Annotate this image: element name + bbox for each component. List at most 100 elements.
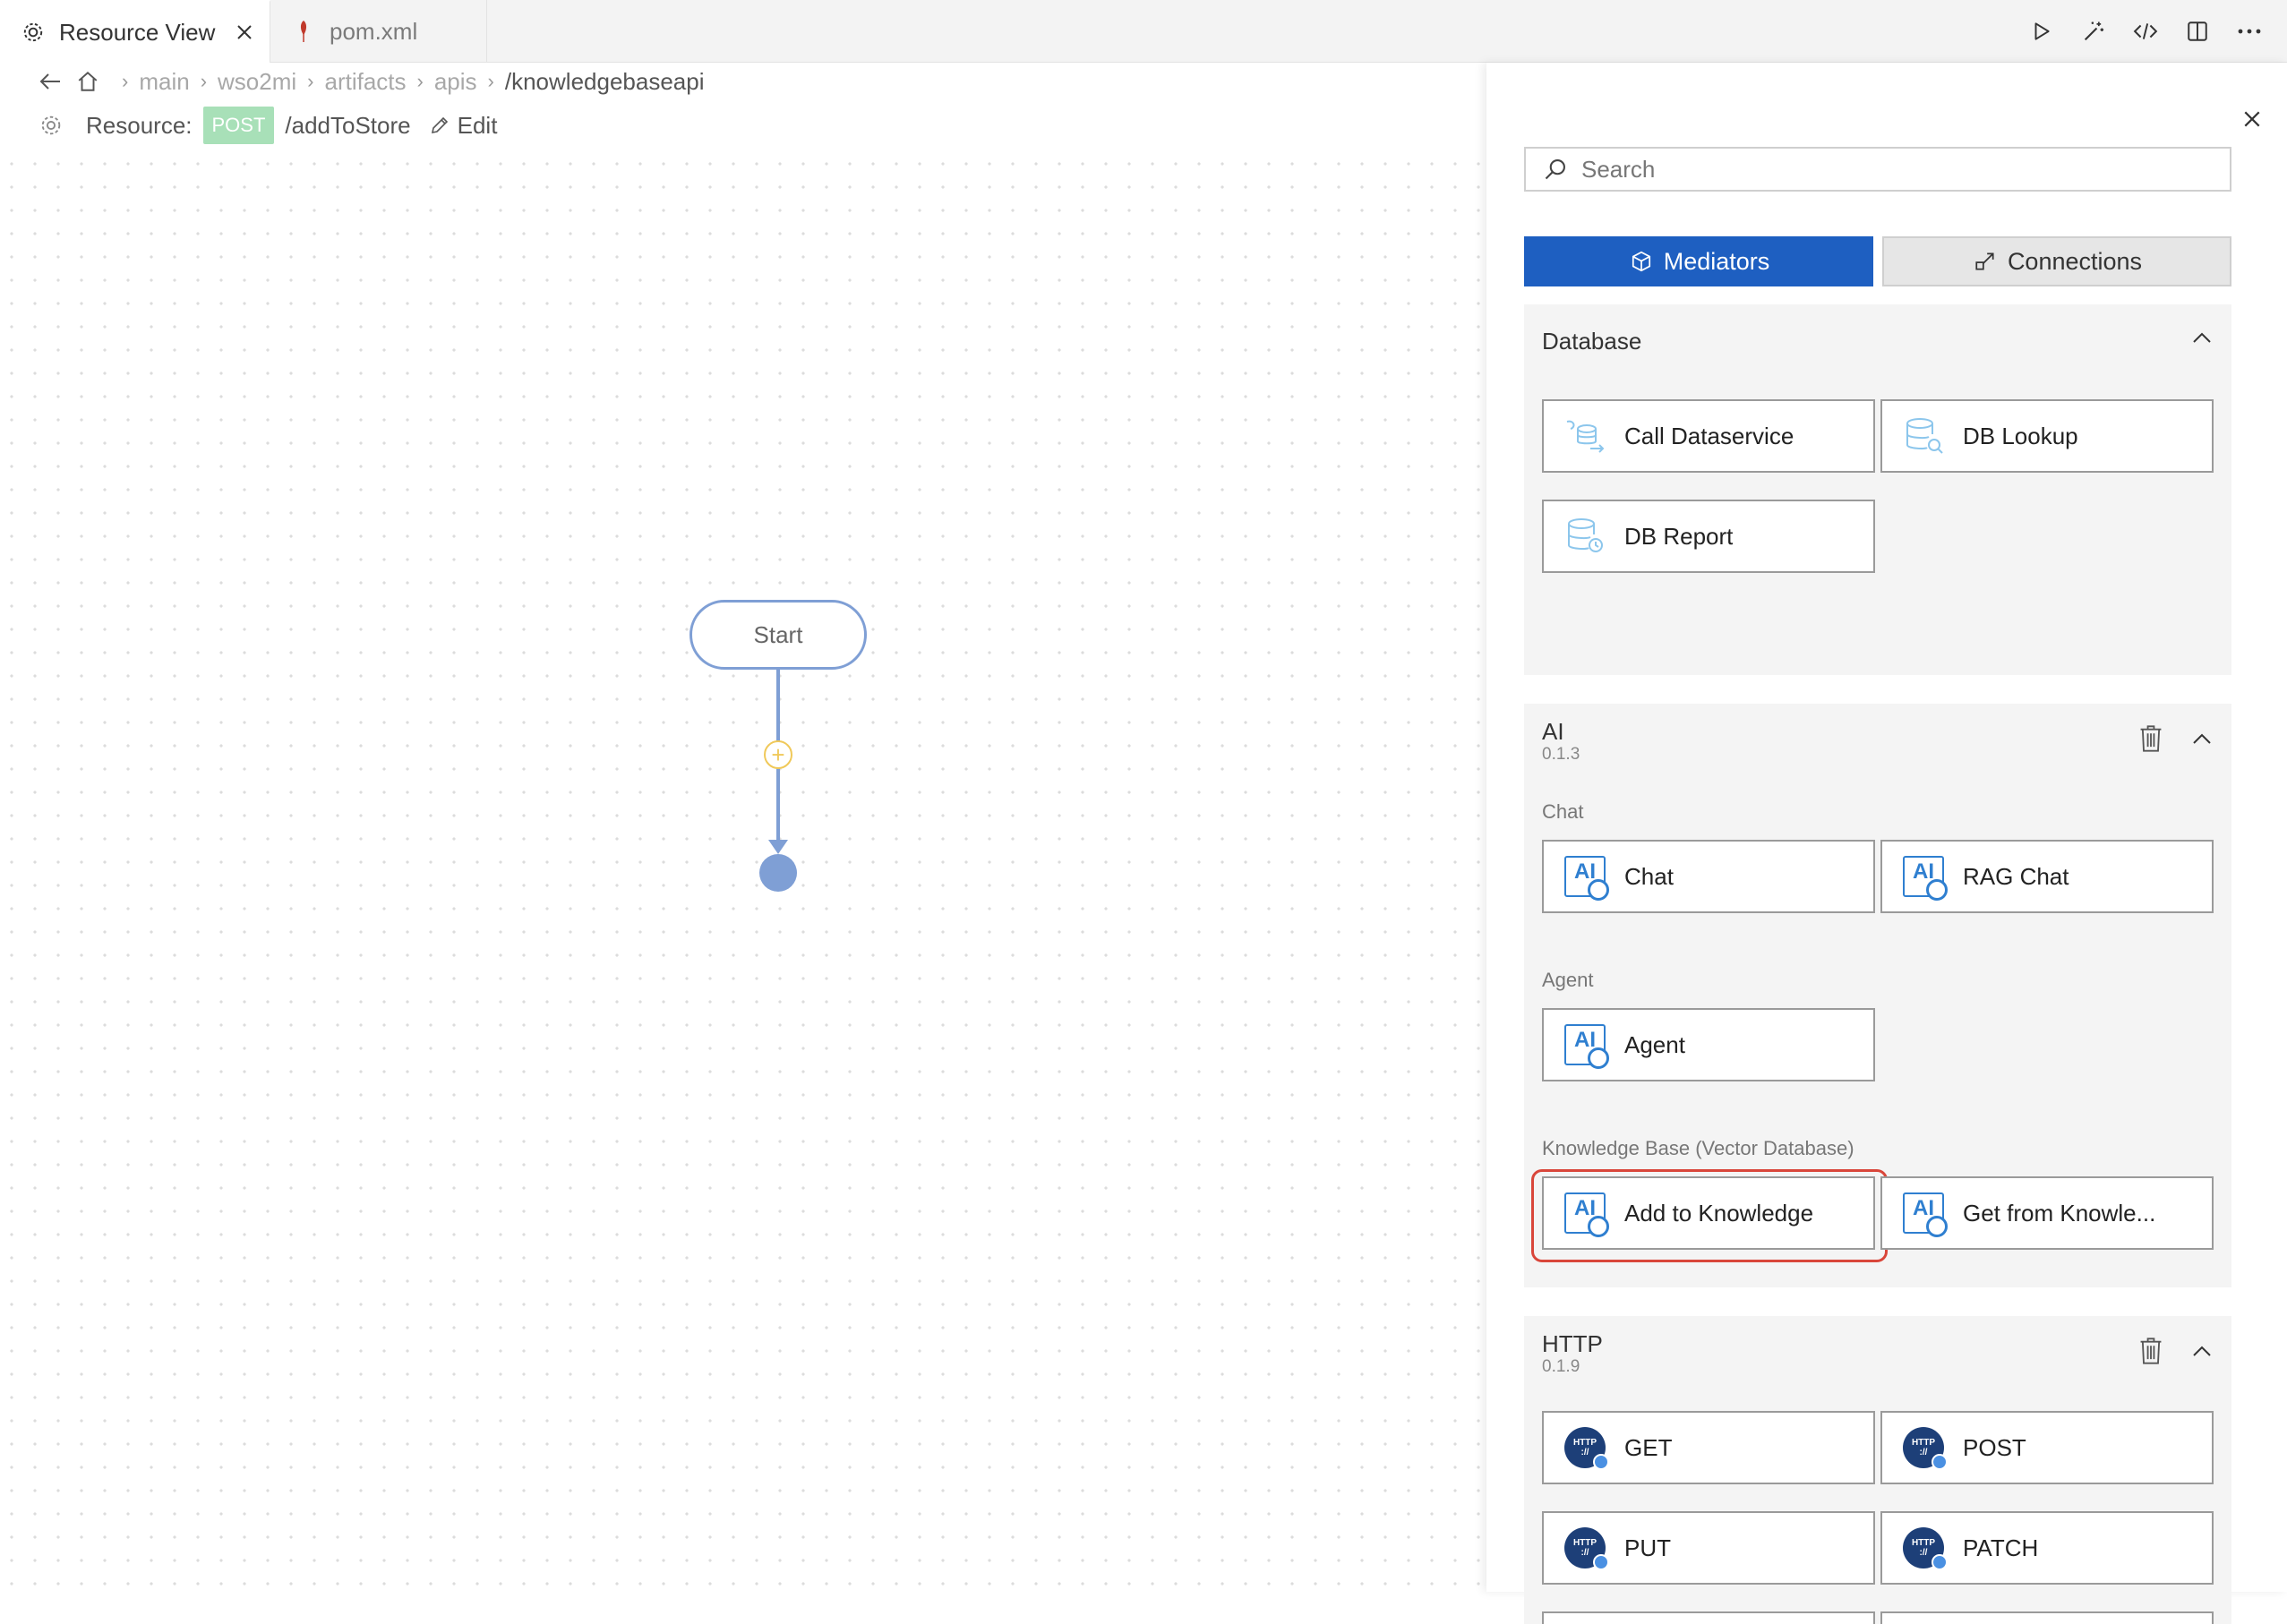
pencil-icon <box>427 113 452 138</box>
http-icon: HTTP:// <box>1900 1525 1948 1571</box>
group-title: Database <box>1542 328 1642 355</box>
mediator-card-db-report[interactable]: DB Report <box>1542 500 1875 573</box>
trash-icon[interactable] <box>2137 723 2165 754</box>
trash-icon[interactable] <box>2137 1336 2165 1366</box>
mediator-card-get-from-knowledge[interactable]: AI Get from Knowle... <box>1880 1176 2214 1250</box>
ai-icon: AI <box>1900 1190 1948 1237</box>
mediator-card-post[interactable]: HTTP:// POST <box>1880 1411 2214 1484</box>
mediator-card-call-dataservice[interactable]: Call Dataservice <box>1542 399 1875 473</box>
end-node[interactable] <box>759 854 797 892</box>
ai-icon: AI <box>1562 853 1609 901</box>
tab-resource-view[interactable]: Resource View <box>0 0 270 63</box>
card-label: Call Dataservice <box>1624 422 1794 449</box>
mediator-card-db-lookup[interactable]: DB Lookup <box>1880 399 2214 473</box>
card-label: PATCH <box>1963 1534 2039 1561</box>
run-icon[interactable] <box>2026 15 2058 47</box>
home-icon[interactable] <box>73 67 102 96</box>
close-icon[interactable] <box>2237 104 2267 134</box>
db-lookup-icon <box>1900 413 1947 459</box>
start-node[interactable]: Start <box>690 600 867 670</box>
resource-header: Resource: POST /addToStore Edit <box>36 104 497 147</box>
diagram-canvas[interactable]: Start + <box>0 152 1486 1592</box>
magic-wand-icon[interactable] <box>2077 15 2110 47</box>
card-label: DB Report <box>1624 522 1734 550</box>
group-database: Database Call Dataservice DB Lookup DB R… <box>1524 304 2231 675</box>
mediator-card-add-to-knowledge[interactable]: AI Add to Knowledge <box>1531 1169 1888 1262</box>
tab-label: Connections <box>2007 247 2143 275</box>
method-badge: POST <box>202 107 275 144</box>
gear-icon <box>20 19 47 46</box>
cube-icon <box>1628 248 1655 275</box>
group-title: HTTP <box>1542 1330 1603 1357</box>
breadcrumb-item[interactable]: artifacts <box>324 68 406 96</box>
group-version: 0.1.9 <box>1542 1357 1580 1376</box>
db-report-icon <box>1562 513 1608 560</box>
card-label: Add to Knowledge <box>1624 1199 1814 1227</box>
chevron-right-icon: › <box>200 70 208 92</box>
chevron-right-icon: › <box>416 70 424 92</box>
chevron-right-icon: › <box>307 70 314 92</box>
card-label: Agent <box>1624 1030 1685 1058</box>
subsection-label: Chat <box>1542 800 1584 823</box>
split-editor-icon[interactable] <box>2181 15 2214 47</box>
search-input[interactable] <box>1581 155 2208 184</box>
mediator-card-partial[interactable] <box>1880 1611 2214 1624</box>
mediator-card-partial[interactable] <box>1542 1611 1875 1624</box>
subsection-label: Agent <box>1542 969 1594 991</box>
mediator-card-get[interactable]: HTTP:// GET <box>1542 1411 1875 1484</box>
tab-connections[interactable]: Connections <box>1882 236 2231 286</box>
ai-icon: AI <box>1900 853 1948 901</box>
breadcrumb-item[interactable]: main <box>139 68 189 96</box>
close-tab-icon[interactable] <box>233 21 256 44</box>
chevron-right-icon: › <box>122 70 129 92</box>
group-ai: AI 0.1.3 Chat AI Chat AI RAG Chat Agent … <box>1524 704 2231 1287</box>
tab-label: Mediators <box>1663 247 1770 275</box>
resource-gear-icon <box>36 110 66 141</box>
mediator-card-chat[interactable]: AI Chat <box>1542 840 1875 913</box>
resource-path: /addToStore <box>285 111 411 139</box>
search-icon <box>1542 156 1569 183</box>
card-label: Chat <box>1624 862 1674 890</box>
mediator-palette-panel: Mediators Connections Database Call Data… <box>1486 63 2287 1624</box>
breadcrumb: › main › wso2mi › artifacts › apis › /kn… <box>36 63 705 100</box>
card-label: RAG Chat <box>1963 862 2069 890</box>
card-label: POST <box>1963 1433 2026 1461</box>
more-icon[interactable] <box>2233 15 2266 47</box>
tab-mediators[interactable]: Mediators <box>1524 236 1873 286</box>
code-icon[interactable] <box>2129 15 2162 47</box>
edit-label: Edit <box>457 111 498 139</box>
mediator-card-patch[interactable]: HTTP:// PATCH <box>1880 1511 2214 1585</box>
maven-feather-icon <box>290 18 317 45</box>
connection-icon <box>1972 248 1999 275</box>
card-label: GET <box>1624 1433 1673 1461</box>
resource-label: Resource: <box>86 111 193 139</box>
card-label: PUT <box>1624 1534 1671 1561</box>
edit-button[interactable]: Edit <box>427 111 498 140</box>
http-icon: HTTP:// <box>1562 1525 1609 1571</box>
add-mediator-button[interactable]: + <box>764 740 792 769</box>
chevron-up-icon[interactable] <box>2188 324 2215 351</box>
editor-tab-bar: Resource View pom.xml <box>0 0 2287 63</box>
mediator-card-put[interactable]: HTTP:// PUT <box>1542 1511 1875 1585</box>
ai-icon: AI <box>1562 1021 1609 1069</box>
back-arrow-icon[interactable] <box>36 67 64 96</box>
breadcrumb-item[interactable]: apis <box>434 68 477 96</box>
group-title: AI <box>1542 718 1564 745</box>
card-label: DB Lookup <box>1963 422 2078 449</box>
chevron-up-icon[interactable] <box>2188 1338 2215 1364</box>
breadcrumb-item[interactable]: wso2mi <box>218 68 296 96</box>
card-label: Get from Knowle... <box>1963 1199 2156 1227</box>
group-version: 0.1.3 <box>1542 745 1580 764</box>
http-icon: HTTP:// <box>1900 1424 1948 1471</box>
http-icon: HTTP:// <box>1562 1424 1609 1471</box>
chevron-right-icon: › <box>487 70 494 92</box>
subsection-label: Knowledge Base (Vector Database) <box>1542 1137 1854 1159</box>
tab-label: Resource View <box>59 18 216 46</box>
ai-icon: AI <box>1562 1190 1609 1237</box>
chevron-up-icon[interactable] <box>2188 725 2215 752</box>
breadcrumb-current: /knowledgebaseapi <box>504 67 705 95</box>
tab-pom-xml[interactable]: pom.xml <box>270 0 487 63</box>
mediator-card-agent[interactable]: AI Agent <box>1542 1008 1875 1081</box>
mediator-card-rag-chat[interactable]: AI RAG Chat <box>1880 840 2214 913</box>
editor-toolbar <box>2026 0 2266 63</box>
